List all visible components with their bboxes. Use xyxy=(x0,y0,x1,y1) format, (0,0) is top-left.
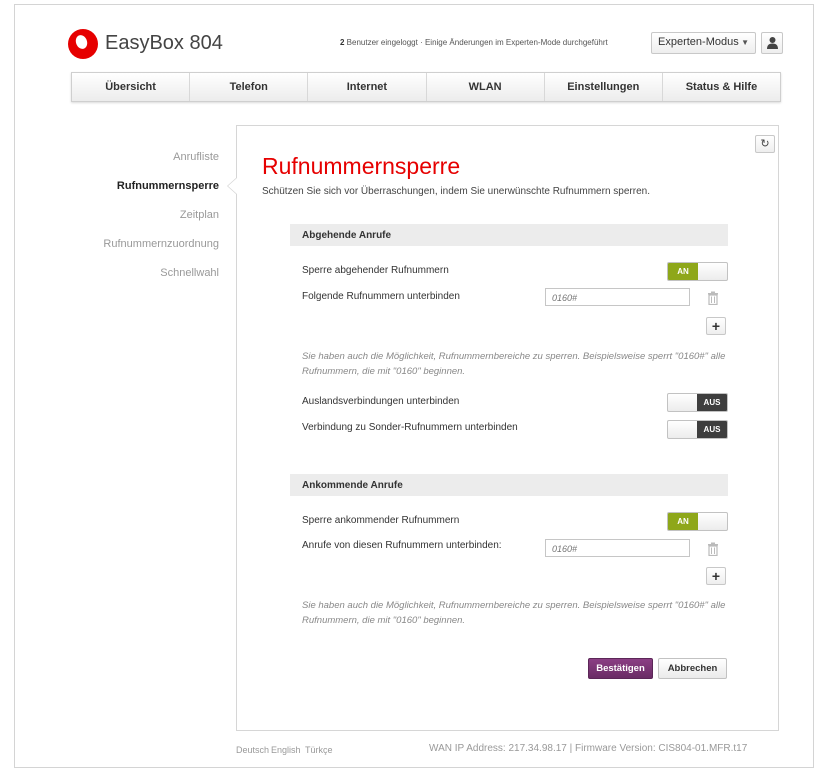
trash-icon xyxy=(708,542,718,556)
incoming-add-button[interactable]: + xyxy=(706,567,726,585)
toggle-state: AUS xyxy=(697,394,727,411)
language-link-turkce[interactable]: Türkçe xyxy=(305,745,333,755)
tab-telefon[interactable]: Telefon xyxy=(190,73,309,101)
cancel-button[interactable]: Abbrechen xyxy=(658,658,727,679)
language-link-english[interactable]: English xyxy=(271,745,301,755)
firmware-info: WAN IP Address: 217.34.98.17 | Firmware … xyxy=(429,743,748,754)
outgoing-block-label: Sperre abgehender Rufnummern xyxy=(302,265,449,276)
tab-status-hilfe[interactable]: Status & Hilfe xyxy=(663,73,780,101)
confirm-button[interactable]: Bestätigen xyxy=(588,658,653,679)
incoming-delete-button[interactable] xyxy=(704,540,722,558)
incoming-block-label: Sperre ankommender Rufnummern xyxy=(302,515,460,526)
sidebar-item-zeitplan[interactable]: Zeitplan xyxy=(180,209,219,221)
international-label: Auslandsverbindungen unterbinden xyxy=(302,396,460,407)
vodafone-logo xyxy=(68,29,98,59)
mode-select-value: Experten-Modus xyxy=(658,36,739,48)
incoming-number-input[interactable] xyxy=(545,539,690,557)
outgoing-delete-button[interactable] xyxy=(704,289,722,307)
sidebar-item-rufnummernzuordnung[interactable]: Rufnummernzuordnung xyxy=(103,238,219,250)
mode-select[interactable]: Experten-Modus ▼ xyxy=(651,32,756,54)
tab-internet[interactable]: Internet xyxy=(308,73,427,101)
outgoing-add-button[interactable]: + xyxy=(706,317,726,335)
user-button[interactable] xyxy=(761,32,783,54)
incoming-block-toggle[interactable]: AN xyxy=(667,512,728,531)
toggle-state: AN xyxy=(668,263,698,280)
sidebar-item-anrufliste[interactable]: Anrufliste xyxy=(173,151,219,163)
tab-einstellungen[interactable]: Einstellungen xyxy=(545,73,663,101)
panel-pointer xyxy=(227,177,237,195)
chevron-down-icon: ▼ xyxy=(741,38,749,47)
page-subtitle: Schützen Sie sich vor Überraschungen, in… xyxy=(262,186,650,197)
premium-numbers-label: Verbindung zu Sonder-Rufnummern unterbin… xyxy=(302,422,518,433)
premium-numbers-toggle[interactable]: AUS xyxy=(667,420,728,439)
brand-title: EasyBox 804 xyxy=(105,32,223,54)
toggle-state: AN xyxy=(668,513,698,530)
incoming-numbers-label: Anrufe von diesen Rufnummern unterbinden… xyxy=(302,540,502,551)
sidebar-item-rufnummernsperre[interactable]: Rufnummernsperre xyxy=(117,180,219,192)
tab-wlan[interactable]: WLAN xyxy=(427,73,545,101)
main-nav: Übersicht Telefon Internet WLAN Einstell… xyxy=(71,72,781,102)
status-text: Benutzer eingeloggt · Einige Änderungen … xyxy=(344,38,608,47)
outgoing-block-toggle[interactable]: AN xyxy=(667,262,728,281)
section-heading-outgoing: Abgehende Anrufe xyxy=(290,224,728,246)
international-toggle[interactable]: AUS xyxy=(667,393,728,412)
language-link-deutsch[interactable]: Deutsch xyxy=(236,745,269,755)
incoming-note: Sie haben auch die Möglichkeit, Rufnumme… xyxy=(302,600,726,626)
refresh-icon: ↻ xyxy=(760,138,770,150)
user-icon xyxy=(767,37,778,49)
toggle-state: AUS xyxy=(697,421,727,438)
outgoing-number-input[interactable] xyxy=(545,288,690,306)
tab-uebersicht[interactable]: Übersicht xyxy=(72,73,191,101)
page-title: Rufnummernsperre xyxy=(262,153,461,179)
outgoing-note: Sie haben auch die Möglichkeit, Rufnumme… xyxy=(302,351,726,377)
outgoing-numbers-label: Folgende Rufnummern unterbinden xyxy=(302,291,460,302)
login-status: 2 Benutzer eingeloggt · Einige Änderunge… xyxy=(340,38,608,47)
sidebar-item-schnellwahl[interactable]: Schnellwahl xyxy=(160,267,219,279)
trash-icon xyxy=(708,291,718,305)
section-heading-incoming: Ankommende Anrufe xyxy=(290,474,728,496)
refresh-button[interactable]: ↻ xyxy=(755,135,775,153)
